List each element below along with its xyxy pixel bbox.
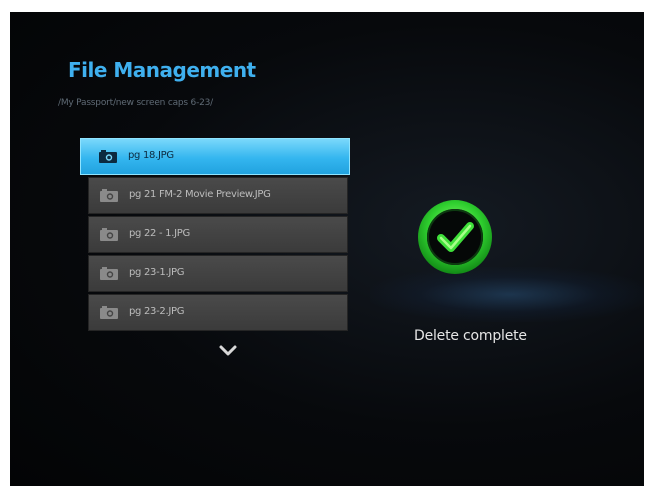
- file-list: pg 18.JPG pg 21 FM-2 Movie Preview.JPG p…: [80, 138, 350, 333]
- file-row[interactable]: pg 23-2.JPG: [88, 294, 348, 331]
- file-row[interactable]: pg 23-1.JPG: [88, 255, 348, 292]
- page-title: File Management: [68, 58, 256, 82]
- file-name: pg 23-2.JPG: [129, 306, 185, 317]
- camera-icon: [100, 267, 118, 280]
- camera-icon: [100, 306, 118, 319]
- file-row[interactable]: pg 21 FM-2 Movie Preview.JPG: [88, 177, 348, 214]
- status-glow: [370, 267, 644, 322]
- chevron-down-icon[interactable]: [218, 344, 238, 358]
- camera-icon: [100, 228, 118, 241]
- status-message: Delete complete: [414, 328, 527, 344]
- camera-icon: [100, 189, 118, 202]
- file-name: pg 23-1.JPG: [129, 267, 185, 278]
- file-row[interactable]: pg 22 - 1.JPG: [88, 216, 348, 253]
- current-path: /My Passport/new screen caps 6-23/: [58, 98, 214, 108]
- tv-screen: File Management /My Passport/new screen …: [10, 12, 644, 486]
- success-check-icon: [418, 200, 492, 274]
- file-name: pg 21 FM-2 Movie Preview.JPG: [129, 189, 271, 200]
- file-name: pg 18.JPG: [128, 150, 174, 161]
- file-name: pg 22 - 1.JPG: [129, 228, 190, 239]
- camera-icon: [99, 150, 117, 163]
- file-row-selected[interactable]: pg 18.JPG: [80, 138, 350, 175]
